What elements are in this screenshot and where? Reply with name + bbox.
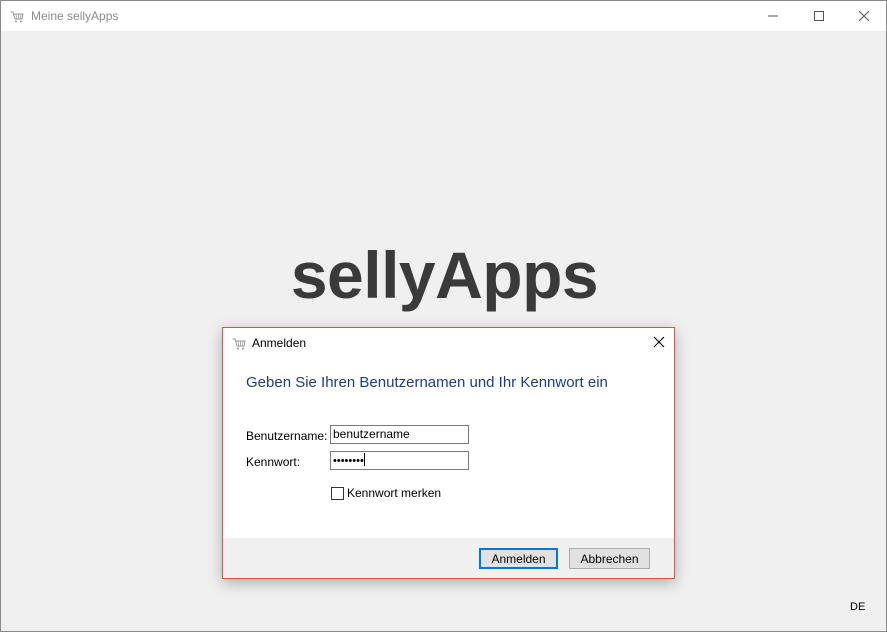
dialog-close-button[interactable] [652, 335, 666, 349]
password-label: Kennwort: [246, 455, 301, 469]
login-dialog: Anmelden Geben Sie Ihren Benutzernamen u… [222, 327, 675, 579]
remember-password-label[interactable]: Kennwort merken [347, 486, 441, 500]
minimize-icon [768, 15, 778, 17]
dialog-footer: Anmelden Abbrechen [223, 538, 674, 578]
maximize-icon [814, 11, 824, 21]
close-icon [859, 11, 869, 21]
dialog-title: Anmelden [252, 336, 307, 350]
brand-logo-text: sellyApps [290, 238, 599, 312]
cancel-button[interactable]: Abbrechen [569, 548, 650, 569]
maximize-button[interactable] [796, 1, 842, 31]
title-bar[interactable]: Meine sellyApps [1, 1, 886, 31]
username-input[interactable]: benutzername [330, 425, 469, 444]
language-indicator: DE [850, 601, 866, 613]
username-label: Benutzername: [246, 429, 328, 443]
close-window-button[interactable] [841, 1, 887, 31]
text-caret [363, 453, 365, 466]
password-input[interactable]: •••••••• [330, 451, 469, 470]
shopping-cart-icon [232, 337, 246, 350]
minimize-button[interactable] [750, 1, 796, 31]
password-mask: •••••••• [333, 455, 364, 467]
dialog-heading: Geben Sie Ihren Benutzernamen und Ihr Ke… [246, 374, 608, 391]
remember-password-checkbox[interactable] [331, 487, 344, 500]
login-button[interactable]: Anmelden [479, 548, 558, 569]
close-icon [653, 336, 665, 348]
shopping-cart-icon [10, 10, 24, 23]
window-title: Meine sellyApps [31, 9, 119, 23]
